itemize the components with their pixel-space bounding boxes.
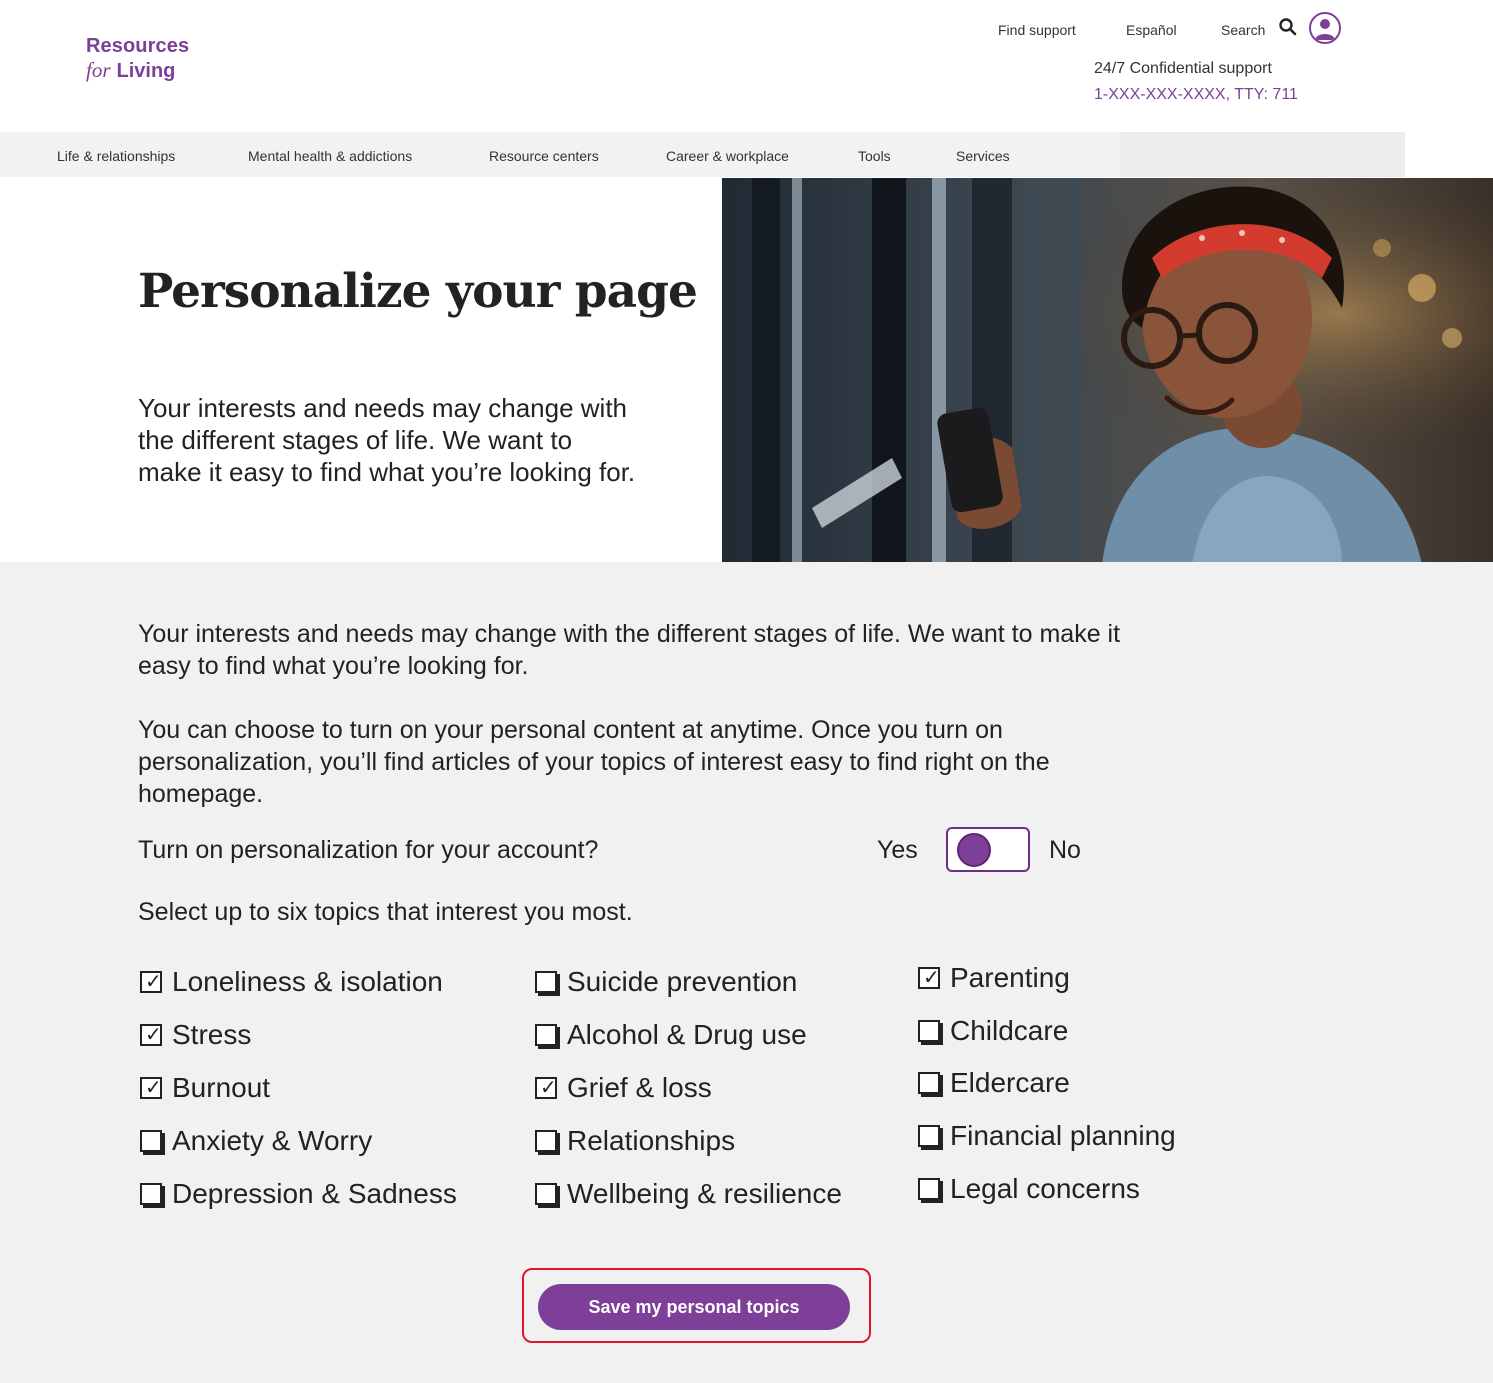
personalization-paragraph: You can choose to turn on your personal … [138,716,1050,808]
checkbox-empty-icon[interactable] [535,1183,557,1205]
topic-label: Depression & Sadness [172,1178,457,1209]
hero-photo [722,178,1493,565]
topic-label: Financial planning [950,1120,1176,1151]
checkbox-checked-icon[interactable]: ✓ [918,965,940,989]
topic-label: Stress [172,1019,252,1050]
nav-item-mental-health[interactable]: Mental health & addictions [248,148,412,164]
personalization-question: Turn on personalization for your account… [138,836,599,864]
topic-label: Alcohol & Drug use [567,1019,807,1050]
checkbox-checked-icon[interactable]: ✓ [535,1075,557,1099]
page-title: Personalize your page [138,264,698,319]
topic-label: Loneliness & isolation [172,966,443,997]
search-icon[interactable] [1278,17,1298,37]
nav-item-services[interactable]: Services [956,148,1010,164]
logo-line-2: for Living [86,58,189,83]
checkbox-empty-icon[interactable] [535,971,557,993]
topic-label: Grief & loss [567,1072,712,1103]
logo-line-1: Resources [86,35,190,57]
topic-parenting[interactable]: ✓ Parenting [918,962,1070,994]
topic-label: Eldercare [950,1067,1070,1098]
topic-alcohol-drug-use[interactable]: Alcohol & Drug use [535,1019,807,1051]
topic-loneliness-isolation[interactable]: ✓ Loneliness & isolation [140,966,443,998]
topic-eldercare[interactable]: Eldercare [918,1067,1070,1099]
topic-childcare[interactable]: Childcare [918,1015,1068,1047]
checkbox-checked-icon[interactable]: ✓ [140,1022,162,1046]
nav-item-resource-centers[interactable]: Resource centers [489,148,599,164]
topic-stress[interactable]: ✓ Stress [140,1019,251,1051]
topic-label: Anxiety & Worry [172,1125,373,1156]
topic-depression-sadness[interactable]: Depression & Sadness [140,1178,457,1210]
nav-filler [1120,132,1405,177]
nav-item-career-workplace[interactable]: Career & workplace [666,148,789,164]
topic-financial-planning[interactable]: Financial planning [918,1120,1176,1152]
select-topics-prompt: Select up to six topics that interest yo… [138,898,633,926]
topic-burnout[interactable]: ✓ Burnout [140,1072,270,1104]
topic-anxiety-worry[interactable]: Anxiety & Worry [140,1125,372,1157]
find-support-link[interactable]: Find support [998,22,1076,38]
checkbox-empty-icon[interactable] [918,1020,940,1042]
topic-label: Suicide prevention [567,966,798,997]
intro-paragraph: Your interests and needs may change with… [138,620,1121,680]
checkbox-empty-icon[interactable] [140,1130,162,1152]
toggle-no-label: No [1049,836,1081,864]
confidential-support-label: 24/7 Confidential support [1094,60,1272,77]
checkbox-empty-icon[interactable] [918,1125,940,1147]
checkbox-empty-icon[interactable] [918,1178,940,1200]
toggle-knob [957,833,991,867]
checkbox-checked-icon[interactable]: ✓ [140,969,162,993]
nav-item-tools[interactable]: Tools [858,148,891,164]
topic-grief-loss[interactable]: ✓ Grief & loss [535,1072,712,1104]
nav-item-life-relationships[interactable]: Life & relationships [57,148,175,164]
espanol-link[interactable]: Español [1126,22,1177,38]
brand-logo[interactable]: Resources for Living [86,34,189,83]
personalization-toggle[interactable] [946,827,1030,872]
checkbox-checked-icon[interactable]: ✓ [140,1075,162,1099]
support-phone-link[interactable]: 1-XXX-XXX-XXXX, TTY: 711 [1094,86,1298,104]
topic-wellbeing-resilience[interactable]: Wellbeing & resilience [535,1178,842,1210]
search-link[interactable]: Search [1221,22,1265,38]
checkbox-empty-icon[interactable] [918,1072,940,1094]
toggle-yes-label: Yes [877,836,918,864]
checkbox-empty-icon[interactable] [535,1024,557,1046]
topic-relationships[interactable]: Relationships [535,1125,735,1157]
topic-legal-concerns[interactable]: Legal concerns [918,1173,1140,1205]
topic-label: Wellbeing & resilience [567,1178,842,1209]
topic-label: Parenting [950,962,1070,993]
topic-label: Burnout [172,1072,271,1103]
save-topics-button[interactable]: Save my personal topics [538,1284,850,1330]
logo-for: for [86,58,111,82]
topic-label: Childcare [950,1015,1069,1046]
logo-living: Living [116,60,176,82]
hero-intro-text: Your interests and needs may change with… [138,393,636,487]
checkbox-empty-icon[interactable] [140,1183,162,1205]
checkbox-empty-icon[interactable] [535,1130,557,1152]
user-avatar-icon[interactable] [1309,12,1341,44]
topic-suicide-prevention[interactable]: Suicide prevention [535,966,797,998]
topic-label: Relationships [567,1125,736,1156]
topic-label: Legal concerns [950,1173,1140,1204]
